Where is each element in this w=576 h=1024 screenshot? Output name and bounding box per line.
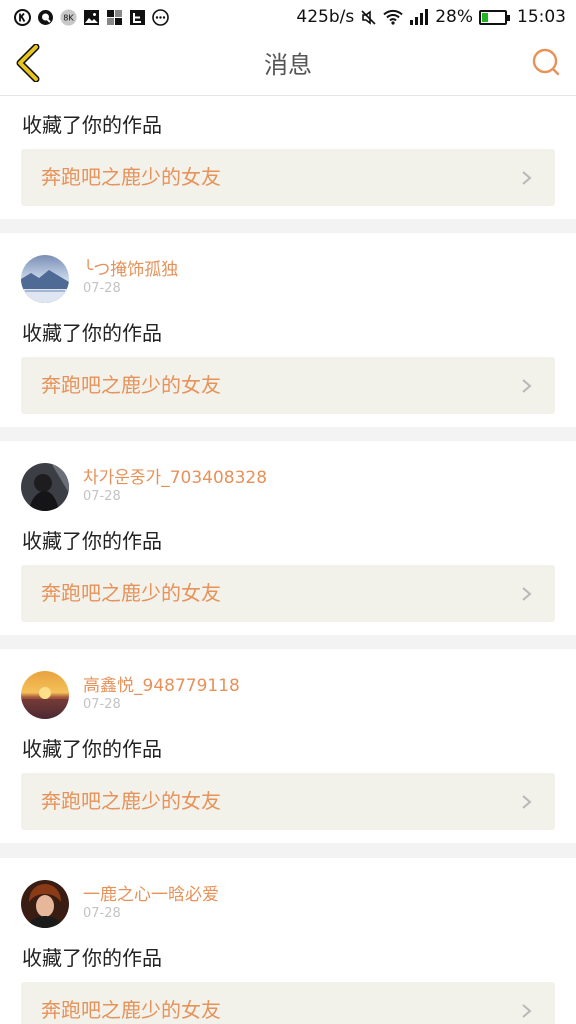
- status-bar: 8K 425b/s 28% 15:03: [0, 0, 576, 34]
- search-button[interactable]: [530, 48, 562, 80]
- grid-icon: [106, 9, 123, 26]
- username[interactable]: 차가운중가_703408328: [83, 463, 267, 488]
- action-text: 收藏了你的作品: [22, 529, 162, 553]
- avatar[interactable]: [21, 255, 69, 303]
- username[interactable]: 高鑫悦_948779118: [83, 671, 240, 696]
- username[interactable]: ╰つ掩饰孤独: [83, 255, 178, 280]
- date: 07-28: [83, 906, 121, 921]
- date: 07-28: [83, 489, 121, 504]
- avatar[interactable]: [21, 463, 69, 511]
- date: 07-28: [83, 697, 121, 712]
- work-title: 奔跑吧之鹿少的女友: [41, 998, 221, 1022]
- work-title: 奔跑吧之鹿少的女友: [41, 373, 221, 397]
- list-item: ╰つ掩饰孤独 07-28 收藏了你的作品 奔跑吧之鹿少的女友: [0, 233, 576, 427]
- chevron-right-icon: [519, 170, 533, 186]
- network-speed: 425b/s: [296, 7, 355, 27]
- clock: 15:03: [517, 7, 566, 27]
- app-icon: 8K: [60, 8, 77, 26]
- mute-icon: [360, 9, 377, 26]
- username[interactable]: 一鹿之心一晗必爱: [83, 880, 219, 905]
- work-link[interactable]: 奔跑吧之鹿少的女友: [21, 565, 555, 622]
- chevron-right-icon: [519, 378, 533, 394]
- action-text: 收藏了你的作品: [22, 113, 162, 137]
- work-title: 奔跑吧之鹿少的女友: [41, 165, 221, 189]
- avatar[interactable]: [21, 671, 69, 719]
- e-icon: [129, 9, 146, 26]
- chevron-right-icon: [519, 1003, 533, 1019]
- avatar[interactable]: [21, 880, 69, 928]
- work-link[interactable]: 奔跑吧之鹿少的女友: [21, 357, 555, 414]
- work-link[interactable]: 奔跑吧之鹿少的女友: [21, 149, 555, 206]
- list-item: 차가운중가_703408328 07-28 收藏了你的作品 奔跑吧之鹿少的女友: [0, 441, 576, 635]
- list-item: 收藏了你的作品 奔跑吧之鹿少的女友: [0, 96, 576, 219]
- battery-icon: [479, 9, 510, 25]
- work-title: 奔跑吧之鹿少的女友: [41, 789, 221, 813]
- action-text: 收藏了你的作品: [22, 946, 162, 970]
- list-item: 高鑫悦_948779118 07-28 收藏了你的作品 奔跑吧之鹿少的女友: [0, 649, 576, 843]
- image-icon: [83, 9, 100, 26]
- work-link[interactable]: 奔跑吧之鹿少的女友: [21, 773, 555, 830]
- search-icon: [531, 47, 561, 81]
- work-title: 奔跑吧之鹿少的女友: [41, 581, 221, 605]
- notification-icons: 8K: [14, 8, 169, 26]
- page-title: 消息: [264, 51, 312, 79]
- work-link[interactable]: 奔跑吧之鹿少的女友: [21, 982, 555, 1024]
- k-icon: [14, 8, 31, 26]
- date: 07-28: [83, 281, 121, 296]
- action-text: 收藏了你的作品: [22, 321, 162, 345]
- header: 消息: [0, 34, 576, 96]
- chevron-right-icon: [519, 794, 533, 810]
- action-text: 收藏了你的作品: [22, 737, 162, 761]
- more-icon: [152, 8, 169, 26]
- list-item: 一鹿之心一晗必爱 07-28 收藏了你的作品 奔跑吧之鹿少的女友: [0, 858, 576, 1024]
- chevron-right-icon: [519, 586, 533, 602]
- q-icon: [37, 9, 54, 26]
- system-status: 425b/s 28% 15:03: [296, 7, 566, 27]
- svg-text:8K: 8K: [63, 13, 74, 22]
- wifi-icon: [383, 9, 403, 26]
- battery-percent: 28%: [435, 7, 473, 27]
- signal-icon: [409, 9, 429, 26]
